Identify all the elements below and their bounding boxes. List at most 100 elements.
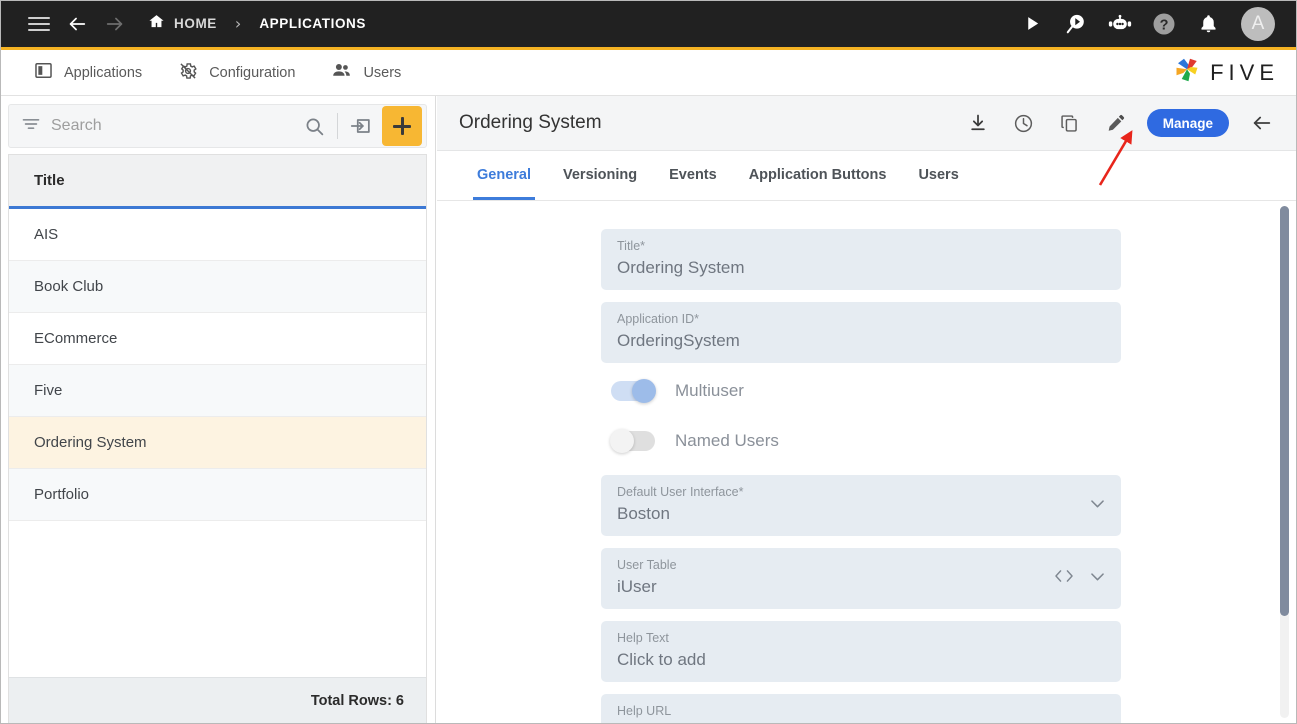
row-title: AIS xyxy=(34,226,59,243)
form-scrollbar-thumb[interactable] xyxy=(1280,206,1289,616)
help-icon[interactable]: ? xyxy=(1149,9,1179,39)
download-icon[interactable] xyxy=(957,102,999,144)
home-icon[interactable] xyxy=(148,13,165,35)
field-title-label: Title* xyxy=(617,238,1105,254)
nav-tab-applications[interactable]: Applications xyxy=(16,50,160,96)
required-marker: * xyxy=(640,239,646,253)
field-icons xyxy=(1053,567,1107,591)
field-application-id-value: OrderingSystem xyxy=(617,331,740,350)
field-user-table-label: User Table xyxy=(617,558,677,572)
applications-grid: Title AIS Book Club ECommerce Five Order… xyxy=(8,154,427,724)
field-default-user-interface[interactable]: Default User Interface* Boston xyxy=(601,475,1121,536)
field-default-user-interface-value: Boston xyxy=(617,504,670,523)
total-rows-label: Total Rows: 6 xyxy=(310,692,404,709)
field-title-value: Ordering System xyxy=(617,258,745,277)
required-marker: * xyxy=(738,485,744,499)
search-icon[interactable] xyxy=(297,109,331,143)
chevron-down-icon[interactable] xyxy=(1088,494,1107,518)
column-header-title[interactable]: Title xyxy=(34,172,65,189)
named-users-toggle[interactable] xyxy=(610,429,655,453)
table-row-selected[interactable]: Ordering System xyxy=(9,417,426,469)
toolbar-divider xyxy=(337,113,338,139)
field-help-url[interactable]: Help URL xyxy=(601,694,1121,724)
field-help-text-value: Click to add xyxy=(617,650,706,669)
field-help-text[interactable]: Help Text Click to add xyxy=(601,621,1121,682)
five-pinwheel-icon xyxy=(1172,55,1202,90)
code-brackets-icon[interactable] xyxy=(1053,567,1075,590)
application-window: HOME › APPLICATIONS ? A Applications Con… xyxy=(0,0,1297,724)
notifications-bell-icon[interactable] xyxy=(1193,9,1223,39)
search-input[interactable] xyxy=(51,117,297,135)
nav-tab-applications-label: Applications xyxy=(64,64,143,81)
hamburger-menu-icon[interactable] xyxy=(20,5,58,43)
tab-versioning[interactable]: Versioning xyxy=(547,150,653,200)
svg-text:?: ? xyxy=(1160,17,1169,33)
toggle-row-multiuser: Multiuser xyxy=(611,375,1121,407)
table-row[interactable]: Five xyxy=(9,365,426,417)
breadcrumb-item-applications[interactable]: APPLICATIONS xyxy=(259,16,366,31)
toggle-row-named-users: Named Users xyxy=(610,425,1121,457)
grid-footer: Total Rows: 6 xyxy=(9,677,426,723)
tab-application-buttons[interactable]: Application Buttons xyxy=(733,150,903,200)
application-detail-panel: Ordering System Manage General Versionin… xyxy=(437,96,1297,724)
form-scrollbar-track[interactable] xyxy=(1280,206,1289,718)
breadcrumb-item-home[interactable]: HOME xyxy=(174,16,217,31)
detail-header: Ordering System Manage xyxy=(437,96,1297,151)
close-panel-arrow-icon[interactable] xyxy=(1241,102,1283,144)
forward-arrow-icon[interactable] xyxy=(96,5,134,43)
applications-icon xyxy=(34,61,53,84)
edit-pencil-icon[interactable] xyxy=(1095,102,1137,144)
configuration-gear-icon xyxy=(178,61,198,85)
page-title: Ordering System xyxy=(459,112,602,133)
toggle-knob xyxy=(632,379,656,403)
search-bar xyxy=(8,104,427,148)
field-title-label-text: Title xyxy=(617,239,641,253)
chevron-down-icon[interactable] xyxy=(1088,567,1107,591)
filter-icon[interactable] xyxy=(21,114,41,139)
detail-header-actions: Manage xyxy=(957,102,1283,144)
detail-tabs: General Versioning Events Application Bu… xyxy=(437,151,1297,201)
search-run-icon[interactable] xyxy=(1061,9,1091,39)
table-row[interactable]: Book Club xyxy=(9,261,426,313)
required-marker: * xyxy=(694,312,699,326)
run-icon[interactable] xyxy=(1017,9,1047,39)
plus-icon xyxy=(392,116,412,136)
grid-header-row: Title xyxy=(9,155,426,209)
tab-events[interactable]: Events xyxy=(653,150,733,200)
chatbot-icon[interactable] xyxy=(1105,9,1135,39)
table-row[interactable]: AIS xyxy=(9,209,426,261)
applications-list-panel: Title AIS Book Club ECommerce Five Order… xyxy=(0,96,436,724)
nav-tab-configuration[interactable]: Configuration xyxy=(160,50,313,96)
tab-users[interactable]: Users xyxy=(902,150,974,200)
row-title: Five xyxy=(34,382,63,399)
field-application-id-label-text: Application ID xyxy=(617,312,695,326)
brand-logo: FIVE xyxy=(1172,55,1297,90)
breadcrumb-separator: › xyxy=(234,14,242,33)
avatar[interactable]: A xyxy=(1241,6,1275,41)
nav-tab-configuration-label: Configuration xyxy=(209,64,296,81)
import-arrow-icon[interactable] xyxy=(344,109,378,143)
field-default-user-interface-label: Default User Interface* xyxy=(617,484,1105,500)
top-navigation-bar: HOME › APPLICATIONS ? A xyxy=(0,0,1297,50)
copy-icon[interactable] xyxy=(1049,102,1091,144)
row-title: ECommerce xyxy=(34,330,118,347)
field-title[interactable]: Title* Ordering System xyxy=(601,229,1121,290)
multiuser-toggle[interactable] xyxy=(611,379,656,403)
row-title: Book Club xyxy=(34,278,104,295)
history-clock-icon[interactable] xyxy=(1003,102,1045,144)
named-users-label: Named Users xyxy=(675,431,779,450)
table-row[interactable]: ECommerce xyxy=(9,313,426,365)
back-arrow-icon[interactable] xyxy=(58,5,96,43)
users-icon xyxy=(331,60,352,85)
field-application-id-label: Application ID* xyxy=(617,311,1105,327)
field-icons xyxy=(1088,494,1107,518)
nav-tab-users[interactable]: Users xyxy=(313,50,419,96)
tab-general[interactable]: General xyxy=(461,150,547,200)
manage-button[interactable]: Manage xyxy=(1146,109,1229,137)
field-application-id[interactable]: Application ID* OrderingSystem xyxy=(601,302,1121,363)
toggle-knob xyxy=(610,429,634,453)
nav-tab-users-label: Users xyxy=(363,64,402,81)
table-row[interactable]: Portfolio xyxy=(9,469,426,521)
field-user-table[interactable]: User Table iUser xyxy=(601,548,1121,609)
add-application-button[interactable] xyxy=(382,106,422,146)
